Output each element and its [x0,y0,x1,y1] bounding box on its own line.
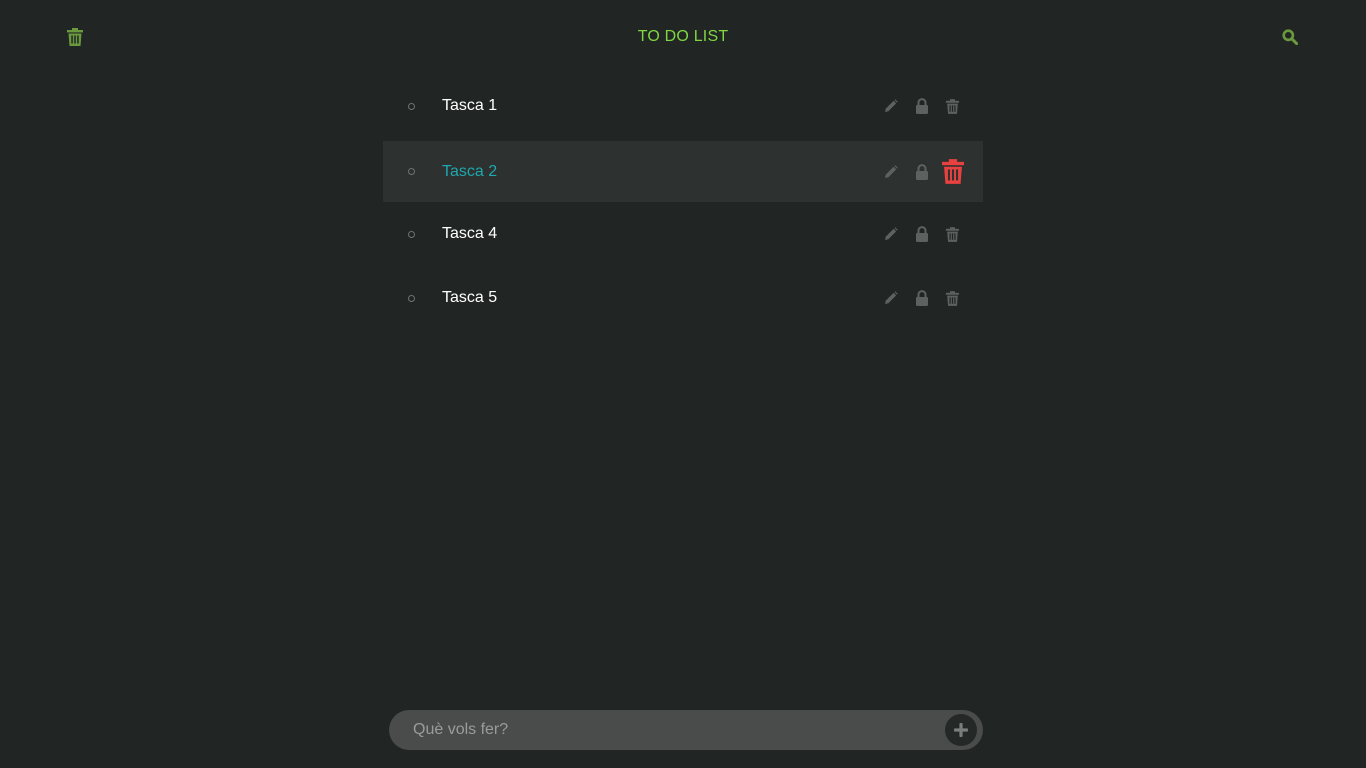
delete-task-button[interactable] [940,158,966,186]
new-task-input[interactable] [413,710,913,750]
add-task-button[interactable] [945,714,977,746]
plus-icon [954,723,968,737]
task-label[interactable]: Tasca 1 [442,97,497,115]
task-row[interactable]: Tasca 5 [383,266,983,330]
task-list: Tasca 1 Tasca 2 Tasca 4 Tasca 5 [383,74,983,330]
delete-task-button[interactable] [944,289,960,307]
search-icon [1282,29,1298,45]
search-button[interactable] [1279,25,1301,49]
task-complete-toggle[interactable] [408,168,415,175]
pencil-icon [885,164,898,178]
trash-icon [942,159,964,184]
task-label[interactable]: Tasca 2 [442,163,497,181]
page-title: TO DO LIST [637,28,729,45]
pencil-icon [885,227,898,240]
header: TO DO LIST [0,0,1366,74]
lock-icon [916,290,928,306]
lock-task-button[interactable] [914,163,930,181]
pencil-icon [885,99,898,112]
edit-task-button[interactable] [883,98,899,114]
new-task-composer [389,710,983,750]
trash-icon [945,98,959,114]
delete-task-button[interactable] [944,225,960,243]
edit-task-button[interactable] [883,164,899,180]
task-row[interactable]: Tasca 2 [383,141,983,202]
task-complete-toggle[interactable] [408,294,415,302]
app: TO DO LIST Tasca 1 Tasca 2 Tasca 4 Tasca… [0,0,1366,768]
task-actions [883,202,973,266]
task-label[interactable]: Tasca 5 [442,289,497,307]
lock-task-button[interactable] [914,289,930,307]
lock-icon [916,226,928,242]
trash-icon [945,226,959,242]
delete-task-button[interactable] [944,97,960,115]
trash-icon [945,290,959,306]
task-actions [883,141,973,202]
task-row[interactable]: Tasca 1 [383,74,983,138]
task-complete-toggle[interactable] [408,230,415,238]
lock-icon [916,163,928,180]
pencil-icon [885,291,898,304]
edit-task-button[interactable] [883,226,899,242]
edit-task-button[interactable] [883,290,899,306]
task-label[interactable]: Tasca 4 [442,225,497,243]
lock-task-button[interactable] [914,97,930,115]
task-actions [883,74,973,138]
task-complete-toggle[interactable] [408,102,415,110]
task-row[interactable]: Tasca 4 [383,202,983,266]
lock-icon [916,98,928,114]
task-actions [883,266,973,330]
lock-task-button[interactable] [914,225,930,243]
